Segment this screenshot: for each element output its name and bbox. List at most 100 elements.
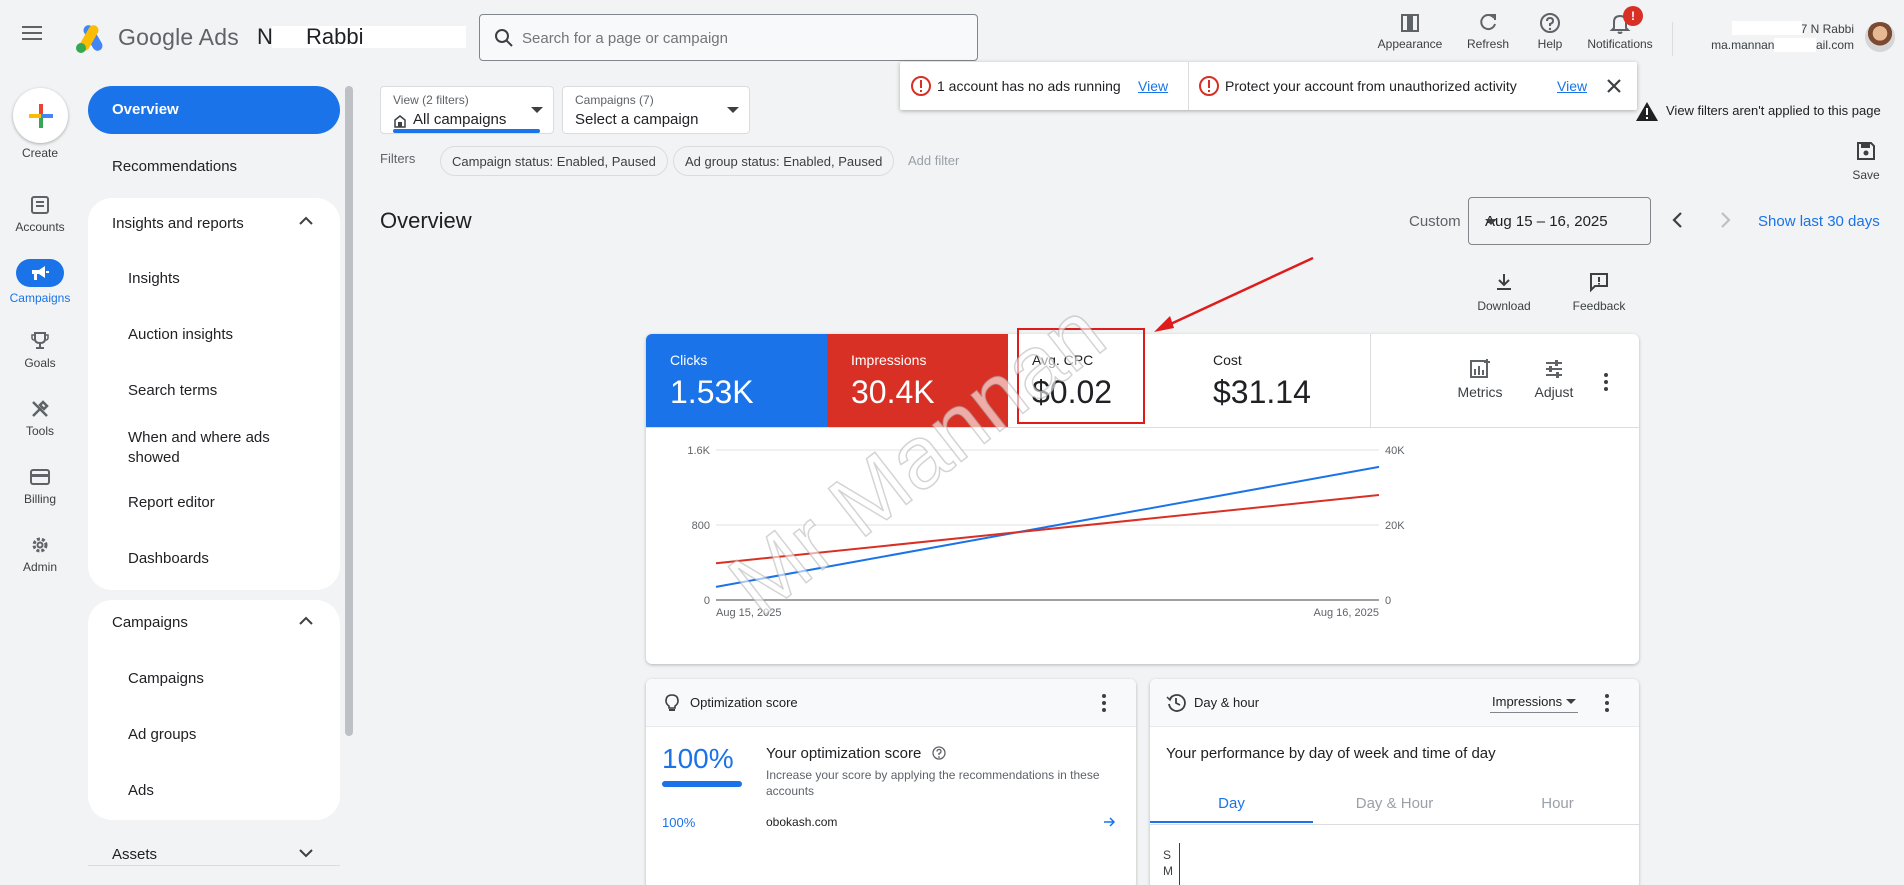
rail-tools[interactable]: Tools <box>0 398 80 454</box>
rail-accounts[interactable]: Accounts <box>0 194 80 250</box>
trophy-icon <box>31 332 49 349</box>
redaction-mask <box>1774 38 1816 52</box>
metric-tile-impressions[interactable]: Impressions 30.4K <box>827 334 1008 427</box>
tab-hour[interactable]: Hour <box>1476 783 1639 823</box>
error-icon <box>1199 76 1219 96</box>
search-input[interactable] <box>522 23 962 53</box>
refresh-label: Refresh <box>1466 37 1510 51</box>
nav-search-terms[interactable]: Search terms <box>128 382 217 399</box>
nav-ad-groups[interactable]: Ad groups <box>128 726 196 743</box>
metric-tile-cost[interactable]: Cost $31.14 <box>1189 334 1370 427</box>
notifications-button[interactable]: Notifications <box>1582 10 1658 66</box>
date-range-value: Aug 15 – 16, 2025 <box>1485 213 1608 230</box>
filter-chip-adgroup-status[interactable]: Ad group status: Enabled, Paused <box>673 146 895 176</box>
download-button[interactable]: Download <box>1469 271 1539 313</box>
nav-report-editor[interactable]: Report editor <box>128 494 215 511</box>
refresh-button[interactable]: Refresh <box>1460 10 1516 66</box>
nav-auction-insights[interactable]: Auction insights <box>128 326 233 343</box>
create-button[interactable] <box>13 88 68 143</box>
lightbulb-icon <box>665 694 679 711</box>
nav-assets-header[interactable]: Assets <box>112 846 157 863</box>
download-label: Download <box>1477 299 1531 313</box>
view-selector-value: All campaigns <box>413 111 507 128</box>
nav-scrollbar[interactable] <box>345 86 353 736</box>
rail-admin[interactable]: Admin <box>0 534 80 590</box>
save-button[interactable]: Save <box>1848 140 1884 182</box>
nav-overview[interactable]: Overview <box>88 86 340 134</box>
more-vert-icon[interactable] <box>1602 372 1610 392</box>
feedback-button[interactable]: Feedback <box>1564 271 1634 313</box>
rail-accounts-label: Accounts <box>15 220 65 234</box>
sliders-icon <box>1546 360 1562 378</box>
header-divider <box>1672 22 1673 56</box>
appearance-button[interactable]: Appearance <box>1372 10 1448 66</box>
chevron-right-icon[interactable] <box>1712 207 1738 233</box>
menu-icon[interactable] <box>22 25 58 51</box>
search-bar[interactable] <box>479 14 978 61</box>
optimization-card-title: Optimization score <box>690 695 798 710</box>
error-icon <box>911 76 931 96</box>
search-icon <box>494 28 514 48</box>
tab-day-hour[interactable]: Day & Hour <box>1313 783 1476 823</box>
nav-insights-header[interactable]: Insights and reports <box>112 215 244 232</box>
nav-ads[interactable]: Ads <box>128 782 154 799</box>
banner-view-link-2[interactable]: View <box>1557 78 1587 94</box>
avatar[interactable] <box>1865 22 1895 52</box>
metric-label: Clicks <box>670 352 708 368</box>
nav-campaigns[interactable]: Campaigns <box>128 670 204 687</box>
plus-icon <box>29 104 53 128</box>
dropdown-arrow-icon <box>727 107 739 113</box>
rail-goals[interactable]: Goals <box>0 330 80 386</box>
adjust-button[interactable]: Adjust <box>1522 358 1586 400</box>
metric-dropdown[interactable]: Impressions <box>1490 691 1578 713</box>
create-label: Create <box>21 146 59 160</box>
banner-view-link-1[interactable]: View <box>1138 78 1168 94</box>
y-tick-left: 800 <box>692 520 710 532</box>
nav-recommendations[interactable]: Recommendations <box>112 158 237 175</box>
help-icon[interactable] <box>931 746 946 760</box>
day-axis-labels: S M <box>1163 847 1173 879</box>
nav-insights[interactable]: Insights <box>128 270 180 287</box>
account-score: 100% <box>662 815 696 830</box>
view-selector[interactable]: View (2 filters) All campaigns <box>380 86 554 134</box>
adjust-button-label: Adjust <box>1534 384 1574 400</box>
add-filter-button[interactable]: Add filter <box>908 153 959 168</box>
tab-day[interactable]: Day <box>1150 783 1313 823</box>
x-tick-label: Aug 15, 2025 <box>716 607 781 619</box>
date-range-selector[interactable]: Aug 15 – 16, 2025 <box>1468 197 1651 245</box>
metric-label: Impressions <box>851 352 927 368</box>
building-icon <box>394 115 406 128</box>
nav-campaigns-header[interactable]: Campaigns <box>112 614 188 631</box>
chevron-up-icon[interactable] <box>296 214 316 228</box>
arrow-forward-icon[interactable] <box>1102 815 1116 829</box>
rail-billing[interactable]: Billing <box>0 466 80 522</box>
metrics-button[interactable]: Metrics <box>1448 358 1512 400</box>
rail-campaigns-label: Campaigns <box>9 291 71 305</box>
tab-divider <box>1150 824 1639 825</box>
filters-label: Filters <box>380 151 416 166</box>
rail-goals-label: Goals <box>24 356 56 370</box>
account-domain[interactable]: obokash.com <box>766 815 837 829</box>
chevron-down-icon[interactable] <box>296 846 316 860</box>
metric-tile-clicks[interactable]: Clicks 1.53K <box>646 334 827 427</box>
more-vert-icon[interactable] <box>1100 693 1108 713</box>
close-icon[interactable] <box>1602 74 1626 98</box>
rail-campaigns[interactable]: Campaigns <box>0 259 80 315</box>
chevron-up-icon[interactable] <box>296 614 316 628</box>
campaign-selector[interactable]: Campaigns (7) Select a campaign <box>562 86 750 134</box>
show-last-30-days-link[interactable]: Show last 30 days <box>1758 213 1880 230</box>
more-vert-icon[interactable] <box>1603 693 1611 713</box>
campaign-selector-value: Select a campaign <box>575 111 699 128</box>
page-title: Overview <box>380 208 472 233</box>
filter-chip-campaign-status[interactable]: Campaign status: Enabled, Paused <box>440 146 668 176</box>
nav-dashboards[interactable]: Dashboards <box>128 550 209 567</box>
tools-icon <box>32 400 49 417</box>
clock-history-icon <box>1166 694 1186 712</box>
performance-chart: 1.6K 40K 800 20K 0 0 Aug 15, 2025 Aug 16, 2025 <box>687 445 1405 619</box>
notifications-label: Notifications <box>1587 37 1653 51</box>
annotation-highlight-box <box>1017 328 1145 424</box>
google-ads-logo[interactable] <box>74 22 108 54</box>
chevron-left-icon[interactable] <box>1665 207 1691 233</box>
help-button[interactable]: Help <box>1526 10 1574 66</box>
nav-when-where[interactable]: When and where ads showed <box>128 428 298 468</box>
